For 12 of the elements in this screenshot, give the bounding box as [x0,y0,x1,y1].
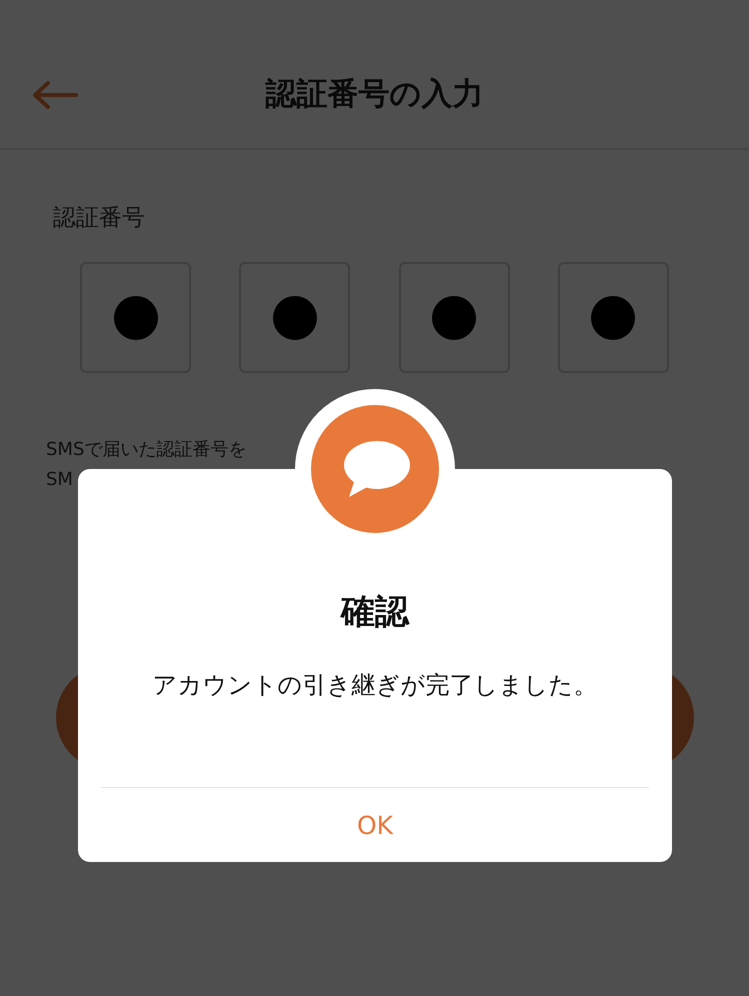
hint-text: SM [46,468,74,492]
hint-text: SMSで届いた認証番号を [46,438,248,462]
dialog-title: 確認 [341,591,409,634]
dialog-message: アカウントの引き継ぎが完了しました。 [152,670,598,701]
ok-button[interactable]: OK [101,788,649,862]
code-digit-field[interactable] [239,262,350,373]
screen-title: 認証番号の入力 [266,75,484,114]
code-digit-field[interactable] [398,262,510,373]
back-arrow-icon[interactable] [32,81,78,109]
code-digit-field[interactable] [558,262,669,373]
field-label: 認証番号 [53,204,146,233]
code-digit-field[interactable] [80,262,191,373]
